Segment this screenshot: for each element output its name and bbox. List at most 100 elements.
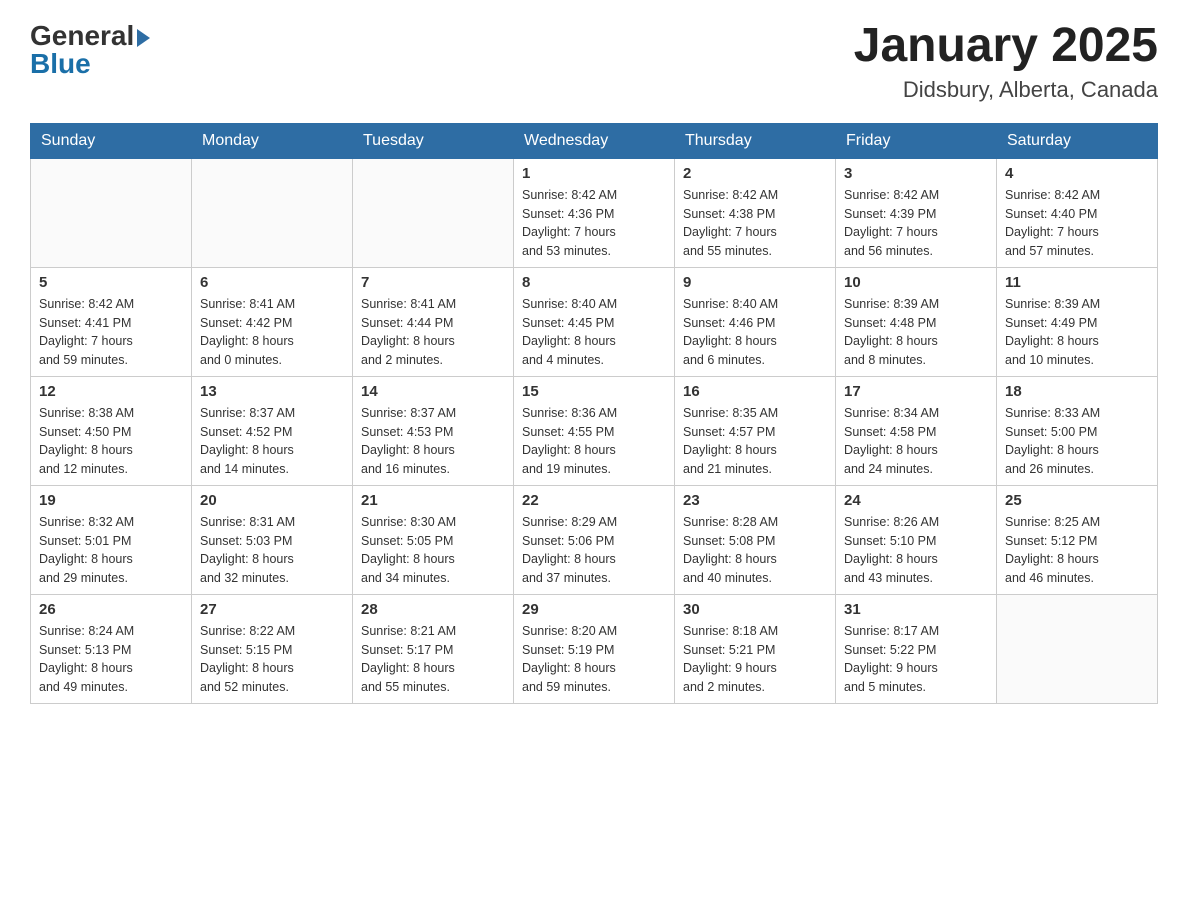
day-number: 19	[39, 492, 183, 509]
calendar-cell: 1 Sunrise: 8:42 AM Sunset: 4:36 PM Daylig…	[514, 158, 675, 267]
day-info: Sunrise: 8:42 AM Sunset: 4:40 PM Dayligh…	[1005, 186, 1149, 261]
calendar-cell: 18 Sunrise: 8:33 AM Sunset: 5:00 PM Dayli…	[997, 376, 1158, 485]
calendar-cell: 3 Sunrise: 8:42 AM Sunset: 4:39 PM Daylig…	[836, 158, 997, 267]
day-info: Sunrise: 8:21 AM Sunset: 5:17 PM Dayligh…	[361, 622, 505, 697]
day-info: Sunrise: 8:20 AM Sunset: 5:19 PM Dayligh…	[522, 622, 666, 697]
day-number: 7	[361, 274, 505, 291]
day-info: Sunrise: 8:38 AM Sunset: 4:50 PM Dayligh…	[39, 404, 183, 479]
calendar-cell: 31 Sunrise: 8:17 AM Sunset: 5:22 PM Dayli…	[836, 594, 997, 703]
day-info: Sunrise: 8:41 AM Sunset: 4:44 PM Dayligh…	[361, 295, 505, 370]
calendar-cell: 23 Sunrise: 8:28 AM Sunset: 5:08 PM Dayli…	[675, 485, 836, 594]
day-number: 25	[1005, 492, 1149, 509]
calendar-day-header: Friday	[836, 123, 997, 158]
day-number: 5	[39, 274, 183, 291]
calendar-cell: 27Sunrise: 8:22 AM Sunset: 5:15 PM Dayli…	[192, 594, 353, 703]
day-number: 1	[522, 165, 666, 182]
day-info: Sunrise: 8:41 AM Sunset: 4:42 PM Dayligh…	[200, 295, 344, 370]
calendar-cell: 11 Sunrise: 8:39 AM Sunset: 4:49 PM Dayli…	[997, 267, 1158, 376]
calendar-cell: 25 Sunrise: 8:25 AM Sunset: 5:12 PM Dayli…	[997, 485, 1158, 594]
calendar-week-row: 1 Sunrise: 8:42 AM Sunset: 4:36 PM Daylig…	[31, 158, 1158, 267]
day-number: 6	[200, 274, 344, 291]
day-number: 30	[683, 601, 827, 618]
day-number: 15	[522, 383, 666, 400]
day-info: Sunrise: 8:29 AM Sunset: 5:06 PM Dayligh…	[522, 513, 666, 588]
day-number: 28	[361, 601, 505, 618]
day-info: Sunrise: 8:30 AM Sunset: 5:05 PM Dayligh…	[361, 513, 505, 588]
day-info: Sunrise: 8:25 AM Sunset: 5:12 PM Dayligh…	[1005, 513, 1149, 588]
calendar-cell: 4Sunrise: 8:42 AM Sunset: 4:40 PM Daylig…	[997, 158, 1158, 267]
day-info: Sunrise: 8:37 AM Sunset: 4:53 PM Dayligh…	[361, 404, 505, 479]
day-info: Sunrise: 8:42 AM Sunset: 4:36 PM Dayligh…	[522, 186, 666, 261]
calendar-cell	[31, 158, 192, 267]
calendar-cell: 5 Sunrise: 8:42 AM Sunset: 4:41 PM Daylig…	[31, 267, 192, 376]
logo-triangle-icon	[137, 29, 150, 47]
calendar-day-header: Monday	[192, 123, 353, 158]
calendar-day-header: Tuesday	[353, 123, 514, 158]
day-number: 13	[200, 383, 344, 400]
day-number: 14	[361, 383, 505, 400]
calendar-cell: 29Sunrise: 8:20 AM Sunset: 5:19 PM Dayli…	[514, 594, 675, 703]
day-info: Sunrise: 8:34 AM Sunset: 4:58 PM Dayligh…	[844, 404, 988, 479]
calendar-week-row: 19Sunrise: 8:32 AM Sunset: 5:01 PM Dayli…	[31, 485, 1158, 594]
day-info: Sunrise: 8:42 AM Sunset: 4:39 PM Dayligh…	[844, 186, 988, 261]
day-number: 11	[1005, 274, 1149, 291]
calendar-day-header: Sunday	[31, 123, 192, 158]
day-number: 21	[361, 492, 505, 509]
day-number: 26	[39, 601, 183, 618]
day-info: Sunrise: 8:37 AM Sunset: 4:52 PM Dayligh…	[200, 404, 344, 479]
page-header: General Blue January 2025 Didsbury, Albe…	[30, 20, 1158, 103]
calendar-cell: 8Sunrise: 8:40 AM Sunset: 4:45 PM Daylig…	[514, 267, 675, 376]
day-info: Sunrise: 8:28 AM Sunset: 5:08 PM Dayligh…	[683, 513, 827, 588]
month-title: January 2025	[854, 20, 1158, 73]
calendar-week-row: 26 Sunrise: 8:24 AM Sunset: 5:13 PM Dayli…	[31, 594, 1158, 703]
day-info: Sunrise: 8:39 AM Sunset: 4:49 PM Dayligh…	[1005, 295, 1149, 370]
day-number: 22	[522, 492, 666, 509]
logo: General Blue	[30, 20, 150, 80]
day-info: Sunrise: 8:33 AM Sunset: 5:00 PM Dayligh…	[1005, 404, 1149, 479]
calendar-cell: 21 Sunrise: 8:30 AM Sunset: 5:05 PM Dayli…	[353, 485, 514, 594]
day-number: 17	[844, 383, 988, 400]
calendar-week-row: 5 Sunrise: 8:42 AM Sunset: 4:41 PM Daylig…	[31, 267, 1158, 376]
calendar-day-header: Saturday	[997, 123, 1158, 158]
calendar-cell: 20 Sunrise: 8:31 AM Sunset: 5:03 PM Dayli…	[192, 485, 353, 594]
calendar-cell: 26 Sunrise: 8:24 AM Sunset: 5:13 PM Dayli…	[31, 594, 192, 703]
day-number: 12	[39, 383, 183, 400]
calendar-cell: 15 Sunrise: 8:36 AM Sunset: 4:55 PM Dayli…	[514, 376, 675, 485]
day-number: 31	[844, 601, 988, 618]
day-number: 9	[683, 274, 827, 291]
day-info: Sunrise: 8:42 AM Sunset: 4:41 PM Dayligh…	[39, 295, 183, 370]
calendar-cell: 14 Sunrise: 8:37 AM Sunset: 4:53 PM Dayli…	[353, 376, 514, 485]
calendar-table: SundayMondayTuesdayWednesdayThursdayFrid…	[30, 123, 1158, 704]
day-number: 3	[844, 165, 988, 182]
day-info: Sunrise: 8:35 AM Sunset: 4:57 PM Dayligh…	[683, 404, 827, 479]
calendar-cell: 9 Sunrise: 8:40 AM Sunset: 4:46 PM Daylig…	[675, 267, 836, 376]
day-info: Sunrise: 8:24 AM Sunset: 5:13 PM Dayligh…	[39, 622, 183, 697]
calendar-cell: 16Sunrise: 8:35 AM Sunset: 4:57 PM Dayli…	[675, 376, 836, 485]
calendar-cell: 28 Sunrise: 8:21 AM Sunset: 5:17 PM Dayli…	[353, 594, 514, 703]
day-number: 27	[200, 601, 344, 618]
day-info: Sunrise: 8:17 AM Sunset: 5:22 PM Dayligh…	[844, 622, 988, 697]
location-title: Didsbury, Alberta, Canada	[854, 77, 1158, 103]
day-number: 20	[200, 492, 344, 509]
calendar-day-header: Thursday	[675, 123, 836, 158]
day-number: 24	[844, 492, 988, 509]
calendar-cell: 12 Sunrise: 8:38 AM Sunset: 4:50 PM Dayli…	[31, 376, 192, 485]
calendar-day-header: Wednesday	[514, 123, 675, 158]
calendar-cell	[997, 594, 1158, 703]
day-info: Sunrise: 8:18 AM Sunset: 5:21 PM Dayligh…	[683, 622, 827, 697]
day-info: Sunrise: 8:36 AM Sunset: 4:55 PM Dayligh…	[522, 404, 666, 479]
calendar-cell: 30 Sunrise: 8:18 AM Sunset: 5:21 PM Dayli…	[675, 594, 836, 703]
day-info: Sunrise: 8:40 AM Sunset: 4:46 PM Dayligh…	[683, 295, 827, 370]
logo-text-blue: Blue	[30, 48, 91, 80]
day-info: Sunrise: 8:26 AM Sunset: 5:10 PM Dayligh…	[844, 513, 988, 588]
calendar-cell: 24 Sunrise: 8:26 AM Sunset: 5:10 PM Dayli…	[836, 485, 997, 594]
day-info: Sunrise: 8:31 AM Sunset: 5:03 PM Dayligh…	[200, 513, 344, 588]
calendar-cell	[192, 158, 353, 267]
day-number: 18	[1005, 383, 1149, 400]
calendar-header-row: SundayMondayTuesdayWednesdayThursdayFrid…	[31, 123, 1158, 158]
calendar-cell	[353, 158, 514, 267]
day-number: 23	[683, 492, 827, 509]
day-number: 8	[522, 274, 666, 291]
calendar-cell: 19Sunrise: 8:32 AM Sunset: 5:01 PM Dayli…	[31, 485, 192, 594]
calendar-cell: 10Sunrise: 8:39 AM Sunset: 4:48 PM Dayli…	[836, 267, 997, 376]
